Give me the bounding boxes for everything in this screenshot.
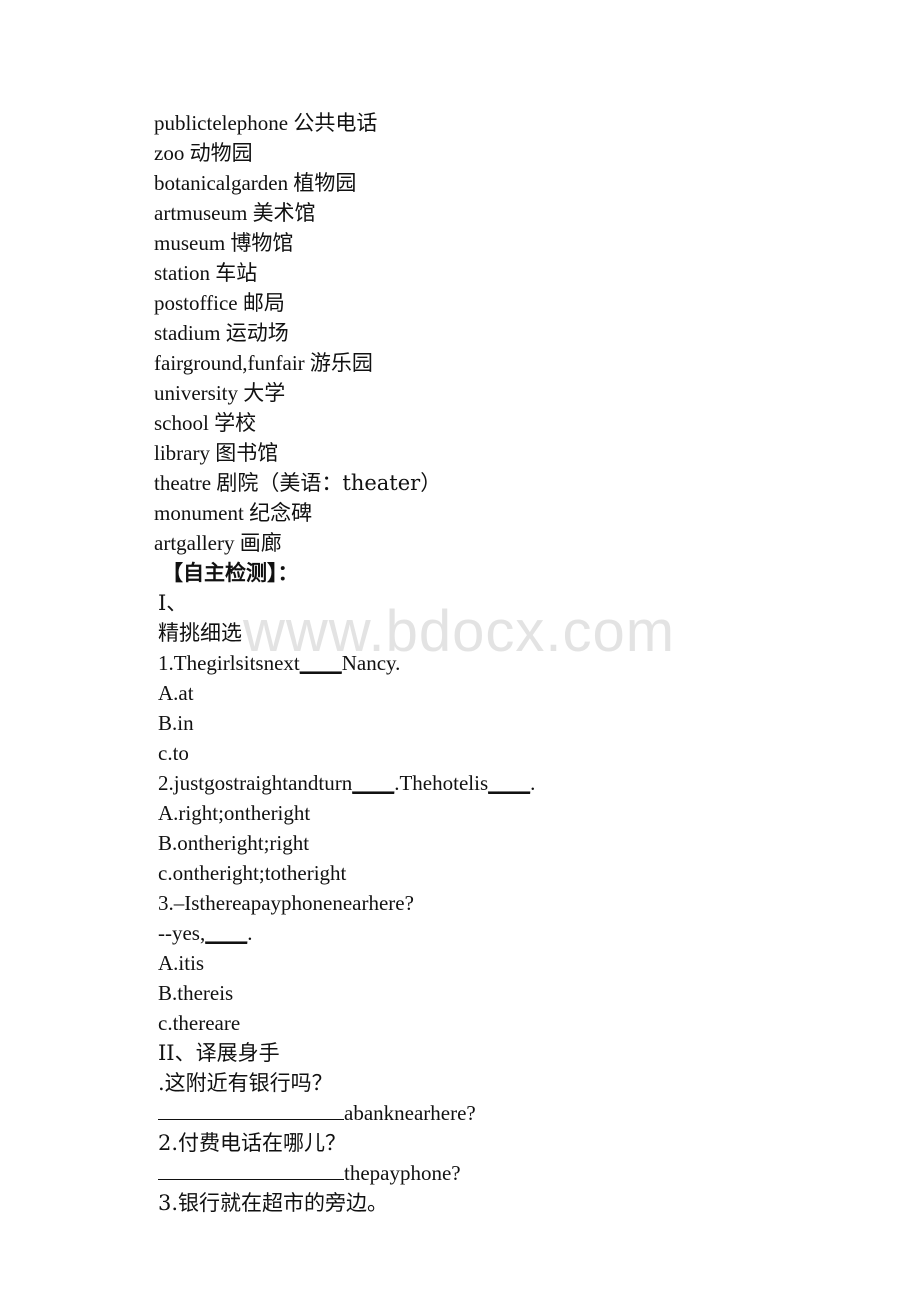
question-2-option[interactable]: B.ontheright;right [0, 828, 920, 858]
question-3-blank: ____ [205, 921, 248, 945]
vocab-term: zoo [154, 141, 185, 165]
translation-prompt: 2.付费电话在哪儿？ [158, 1131, 347, 1155]
vocab-line: botanicalgarden 植物园 [0, 168, 920, 198]
vocab-translation: 画廊 [239, 531, 282, 555]
question-3-answer: --yes,____. [158, 921, 253, 945]
vocab-line: monument 纪念碑 [0, 498, 920, 528]
question-2-option[interactable]: c.ontheright;totheright [0, 858, 920, 888]
vocab-line: zoo 动物园 [0, 138, 920, 168]
vocab-term: university [154, 381, 238, 405]
translation-answer: abanknearhere? [0, 1098, 920, 1128]
question-2-blank-b: ____ [488, 771, 531, 795]
question-1-option[interactable]: B.in [0, 708, 920, 738]
vocab-translation: 邮局 [242, 291, 285, 315]
vocab-term: library [154, 441, 210, 465]
vocab-translation: 纪念碑 [249, 501, 313, 525]
vocab-line: library 图书馆 [0, 438, 920, 468]
vocab-line: stadium 运动场 [0, 318, 920, 348]
vocab-term: school [154, 411, 209, 435]
translation-prompt: .这附近有银行吗？ [158, 1071, 333, 1095]
vocab-term: publictelephone [154, 111, 289, 135]
vocab-translation: 动物园 [189, 141, 253, 165]
document-content: publictelephone 公共电话 zoo 动物园 botanicalga… [0, 0, 920, 1218]
question-1-stem: 1.Thegirlsitsnext____Nancy. [158, 651, 401, 675]
vocab-line: university 大学 [0, 378, 920, 408]
translation-prompt: 3.银行就在超市的旁边。 [158, 1191, 389, 1215]
vocab-term: museum [154, 231, 226, 255]
vocab-term: artmuseum [154, 201, 248, 225]
vocab-line: postoffice 邮局 [0, 288, 920, 318]
vocab-term: theatre [154, 471, 212, 495]
question-1-option[interactable]: A.at [0, 678, 920, 708]
document-page: www.bdocx.com publictelephone 公共电话 zoo 动… [0, 0, 920, 1302]
question-1-option[interactable]: c.to [0, 738, 920, 768]
section-two-label: II、译展身手 [158, 1041, 280, 1065]
question-2-blank-a: ____ [352, 771, 395, 795]
vocab-term: artgallery [154, 531, 235, 555]
question-2-stem: 2.justgostraightandturn____.Thehotelis__… [158, 771, 536, 795]
vocab-line: artmuseum 美术馆 [0, 198, 920, 228]
self-test-heading: 【自主检测】： [162, 560, 299, 585]
question-3-option[interactable]: A.itis [0, 948, 920, 978]
vocab-line: museum 博物馆 [0, 228, 920, 258]
vocab-translation: 植物园 [293, 171, 357, 195]
translation-blank[interactable] [158, 1099, 344, 1120]
translation-blank[interactable] [158, 1159, 344, 1180]
vocab-translation: 博物馆 [230, 231, 294, 255]
vocab-line: school 学校 [0, 408, 920, 438]
vocab-term: stadium [154, 321, 221, 345]
vocab-term: fairground,funfair [154, 351, 305, 375]
vocab-line: theatre 剧院（美语：theater） [0, 468, 920, 498]
question-3-option[interactable]: B.thereis [0, 978, 920, 1008]
vocab-translation: 美术馆 [252, 201, 316, 225]
question-2-option[interactable]: A.right;ontheright [0, 798, 920, 828]
vocab-term: monument [154, 501, 244, 525]
question-3-option[interactable]: c.thereare [0, 1008, 920, 1038]
vocab-translation: 图书馆 [215, 441, 279, 465]
vocab-term: botanicalgarden [154, 171, 289, 195]
section-one-label: I、 [158, 591, 188, 615]
vocab-term: station [154, 261, 210, 285]
section-one-title: 精挑细选 [158, 621, 242, 645]
vocab-translation: 运动场 [225, 321, 289, 345]
vocab-translation: 游乐园 [309, 351, 373, 375]
vocab-term: postoffice [154, 291, 238, 315]
vocab-translation: 学校 [214, 411, 257, 435]
vocab-line: station 车站 [0, 258, 920, 288]
vocab-translation: 公共电话 [293, 111, 378, 135]
vocab-translation: 大学 [243, 381, 286, 405]
vocab-line: publictelephone 公共电话 [0, 108, 920, 138]
vocab-translation: 剧院（美语：theater） [216, 471, 442, 495]
question-1-blank: ____ [299, 651, 342, 675]
translation-answer: thepayphone? [0, 1158, 920, 1188]
vocab-line: fairground,funfair 游乐园 [0, 348, 920, 378]
vocab-translation: 车站 [215, 261, 258, 285]
vocab-line: artgallery 画廊 [0, 528, 920, 558]
question-3-stem: 3.–Isthereapayphonenearhere? [158, 891, 414, 915]
